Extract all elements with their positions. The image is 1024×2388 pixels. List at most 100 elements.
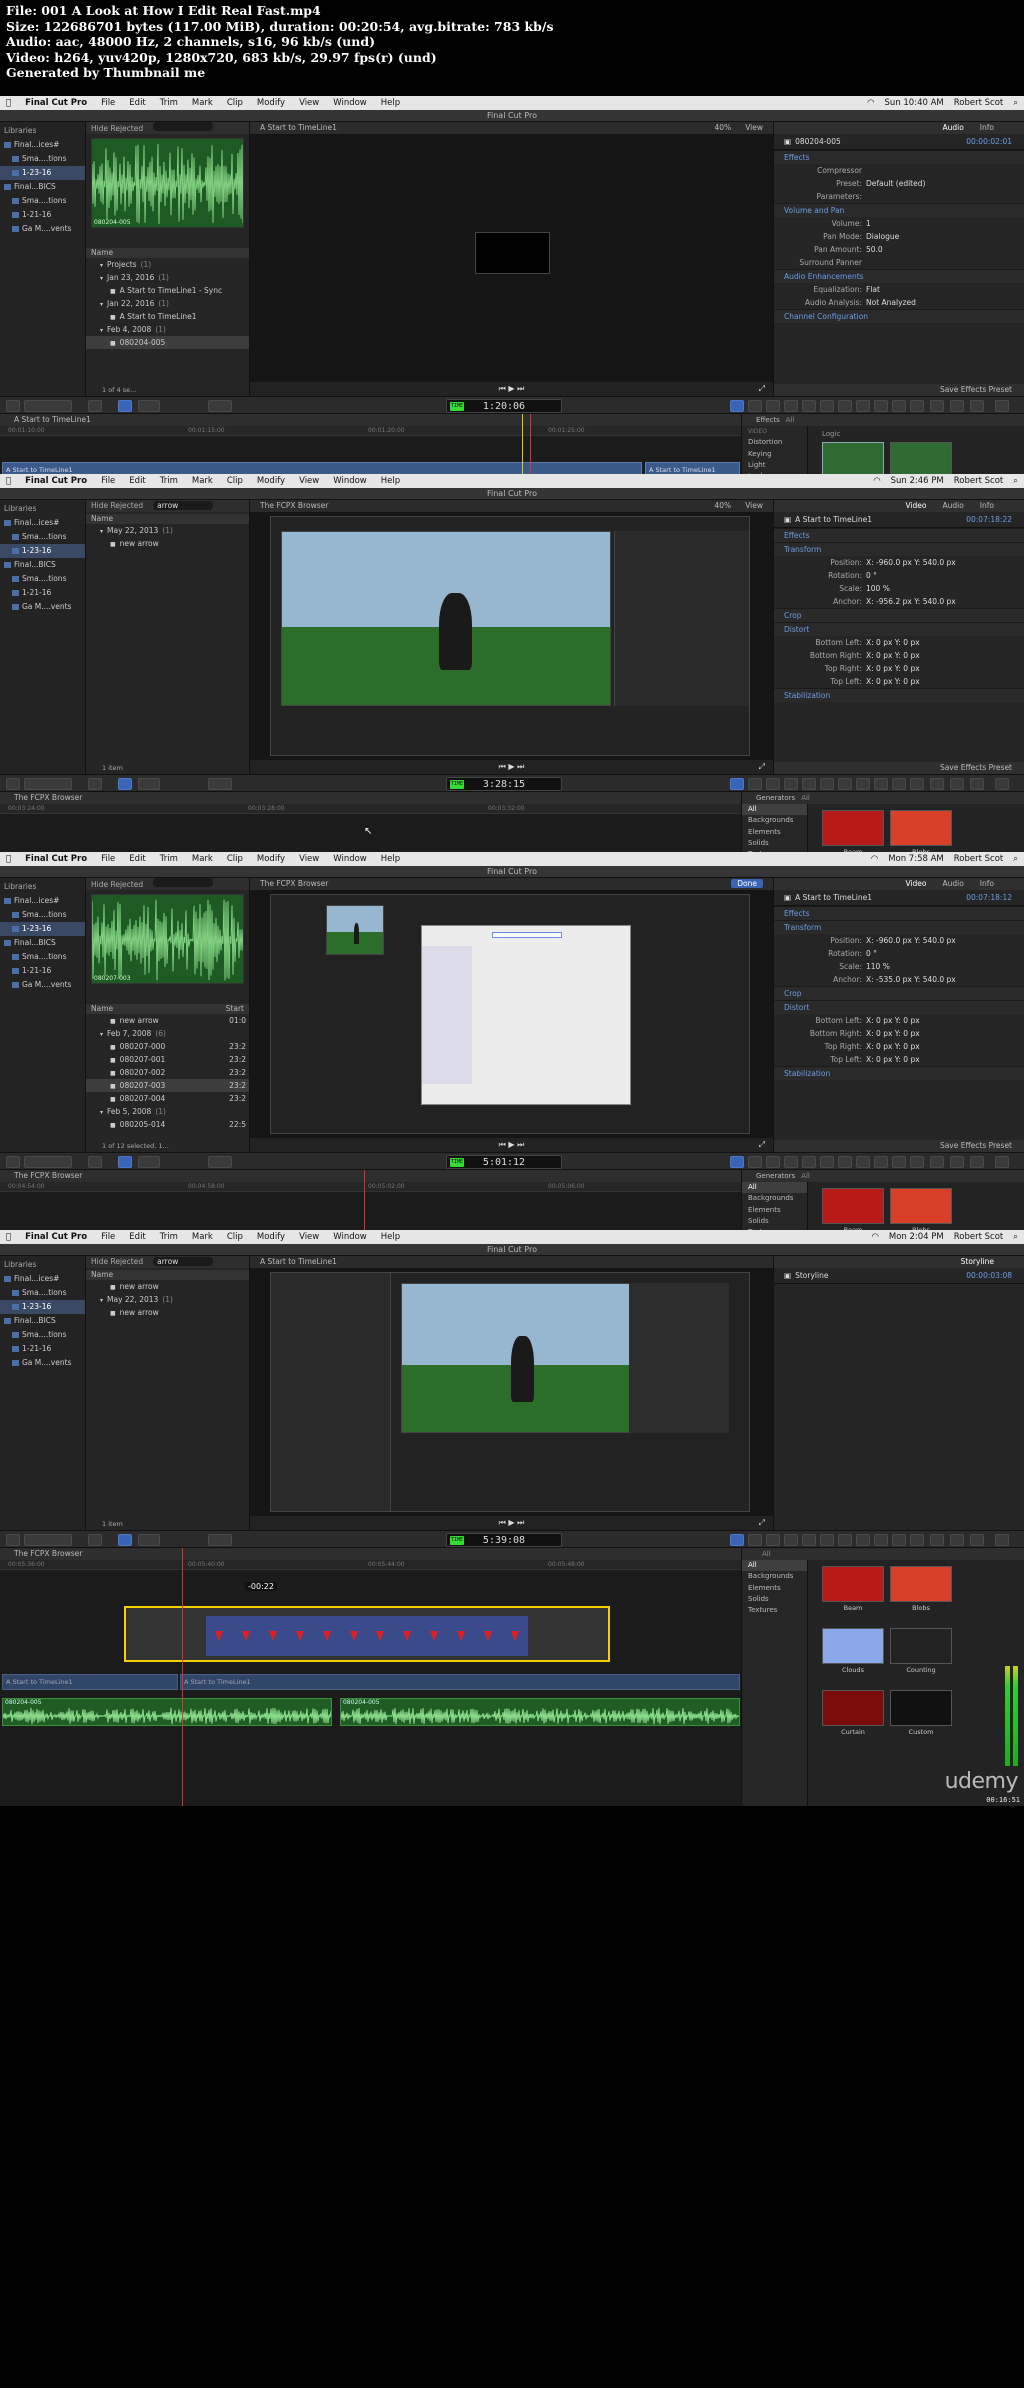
inspector-param[interactable]: Rotation: 0 ° — [774, 569, 1024, 582]
generator-thumbnail[interactable]: Curtain — [822, 1690, 884, 1742]
search-field[interactable] — [153, 122, 214, 131]
library-item[interactable]: Sma....tions — [0, 152, 85, 166]
category-item[interactable]: Distortion — [742, 437, 807, 448]
menu-user[interactable]: Robert Scot — [954, 1230, 1003, 1244]
menu-mark[interactable]: Mark — [192, 852, 213, 866]
list-item[interactable]: ■ 080204-005 — [86, 336, 249, 349]
toolbar-button[interactable] — [730, 1156, 744, 1168]
inspector-param[interactable]: Top Left: X: 0 px Y: 0 px — [774, 1053, 1024, 1066]
storyline-clip[interactable]: A Start to TimeLine1 — [180, 1674, 740, 1690]
toolbar-button[interactable] — [930, 1534, 944, 1546]
param-value[interactable]: X: 0 px Y: 0 px — [866, 636, 920, 649]
category-item[interactable]: Solids — [742, 1216, 807, 1227]
apple-icon[interactable]:  — [6, 852, 11, 866]
search-field[interactable]: arrow — [153, 1257, 214, 1266]
toolbar-button[interactable] — [118, 400, 132, 412]
category-item[interactable]: VIDEO — [742, 426, 807, 437]
category-item[interactable]: Textures — [742, 1605, 807, 1616]
library-item[interactable]: Final...ices# — [0, 138, 85, 152]
toolbar-button[interactable] — [730, 1534, 744, 1546]
tab-video[interactable]: Video — [905, 501, 926, 510]
inspector-param[interactable]: Pan Amount: 50.0 — [774, 243, 1024, 256]
inspector-section[interactable]: Effects — [774, 150, 1024, 164]
menu-file[interactable]: File — [101, 474, 115, 488]
menu-help[interactable]: Help — [381, 1230, 400, 1244]
inspector-section[interactable]: Volume and Pan — [774, 203, 1024, 217]
menu-file[interactable]: File — [101, 96, 115, 110]
library-item[interactable]: Sma....tions — [0, 194, 85, 208]
next-icon[interactable]: ⏭ — [517, 762, 524, 771]
apple-icon[interactable]:  — [6, 96, 11, 110]
menu-clock[interactable]: Mon 2:04 PM — [889, 1230, 944, 1244]
play-icon[interactable]: ▶ — [508, 384, 517, 393]
menu-user[interactable]: Robert Scot — [954, 474, 1003, 488]
library-item[interactable]: Sma....tions — [0, 1328, 85, 1342]
toolbar-button[interactable] — [910, 778, 924, 790]
toolbar-button[interactable] — [766, 400, 780, 412]
menu-window[interactable]: Window — [333, 96, 367, 110]
inspector-param[interactable]: Top Right: X: 0 px Y: 0 px — [774, 662, 1024, 675]
toolbar-button[interactable] — [784, 778, 798, 790]
tab-audio[interactable]: Audio — [942, 879, 963, 888]
toolbar-button[interactable] — [784, 400, 798, 412]
inspector-section[interactable]: Stabilization — [774, 1066, 1024, 1080]
play-icon[interactable]: ▶ — [508, 1518, 517, 1527]
list-item[interactable]: ■ new arrow 01:0 — [86, 1014, 249, 1027]
generator-thumbnail[interactable]: Beam — [822, 1566, 884, 1618]
search-icon[interactable]: ⌕ — [1013, 852, 1018, 866]
wifi-icon[interactable]: ◠ — [873, 474, 880, 488]
menu-clock[interactable]: Sun 10:40 AM — [885, 96, 944, 110]
menu-edit[interactable]: Edit — [129, 474, 145, 488]
toolbar-button[interactable] — [950, 1156, 964, 1168]
toolbar-button[interactable] — [910, 1534, 924, 1546]
toolbar-button[interactable] — [748, 1156, 762, 1168]
toolbar-button[interactable] — [24, 1156, 72, 1168]
toolbar-button[interactable] — [838, 1534, 852, 1546]
inspector-section[interactable]: Distort — [774, 1000, 1024, 1014]
menu-user[interactable]: Robert Scot — [954, 96, 1003, 110]
toolbar-button[interactable] — [892, 778, 906, 790]
panel-filter[interactable]: All — [786, 416, 795, 424]
menu-clip[interactable]: Clip — [227, 474, 243, 488]
param-value[interactable]: X: 0 px Y: 0 px — [866, 1040, 920, 1053]
toolbar-button[interactable] — [820, 1534, 834, 1546]
toolbar-button[interactable] — [930, 778, 944, 790]
toolbar-button[interactable] — [730, 778, 744, 790]
param-value[interactable]: 100 % — [866, 582, 890, 595]
category-item[interactable]: Backgrounds — [742, 1571, 807, 1582]
inspector-param[interactable]: Surround Panner — [774, 256, 1024, 269]
toolbar-button[interactable] — [856, 400, 870, 412]
menu-clip[interactable]: Clip — [227, 96, 243, 110]
toolbar-button[interactable] — [802, 1534, 816, 1546]
search-icon[interactable]: ⌕ — [1013, 96, 1018, 110]
library-item[interactable]: 1-21-16 — [0, 208, 85, 222]
menu-clip[interactable]: Clip — [227, 1230, 243, 1244]
toolbar-button[interactable] — [820, 778, 834, 790]
toolbar-button[interactable] — [995, 1156, 1009, 1168]
param-value[interactable]: 0 ° — [866, 947, 877, 960]
toolbar-button[interactable] — [892, 1534, 906, 1546]
list-item[interactable]: ■ new arrow — [86, 1280, 249, 1293]
library-item[interactable]: Final...BICS — [0, 180, 85, 194]
next-icon[interactable]: ⏭ — [517, 384, 524, 393]
search-field[interactable] — [153, 878, 214, 887]
list-item[interactable]: ▾ Feb 4, 2008 (1) — [86, 323, 249, 336]
toolbar-button[interactable] — [874, 1156, 888, 1168]
param-value[interactable]: Not Analyzed — [866, 296, 916, 309]
timecode-display[interactable]: TIME 5:39:08 — [446, 1533, 562, 1547]
toolbar-button[interactable] — [995, 400, 1009, 412]
toolbar-button[interactable] — [118, 1156, 132, 1168]
toolbar-button[interactable] — [874, 1534, 888, 1546]
param-value[interactable]: X: 0 px Y: 0 px — [866, 1027, 920, 1040]
toolbar-button[interactable] — [930, 1156, 944, 1168]
toolbar-button[interactable] — [838, 400, 852, 412]
panel-filter[interactable]: All — [801, 1172, 810, 1180]
inspector-param[interactable]: Top Left: X: 0 px Y: 0 px — [774, 675, 1024, 688]
inspector-param[interactable]: Scale: 110 % — [774, 960, 1024, 973]
param-value[interactable]: Flat — [866, 283, 880, 296]
library-item[interactable]: 1-21-16 — [0, 586, 85, 600]
menu-mark[interactable]: Mark — [192, 1230, 213, 1244]
inspector-param[interactable]: Equalization: Flat — [774, 283, 1024, 296]
app-menu[interactable]: Final Cut Pro — [25, 96, 87, 110]
inspector-param[interactable]: Bottom Left: X: 0 px Y: 0 px — [774, 1014, 1024, 1027]
